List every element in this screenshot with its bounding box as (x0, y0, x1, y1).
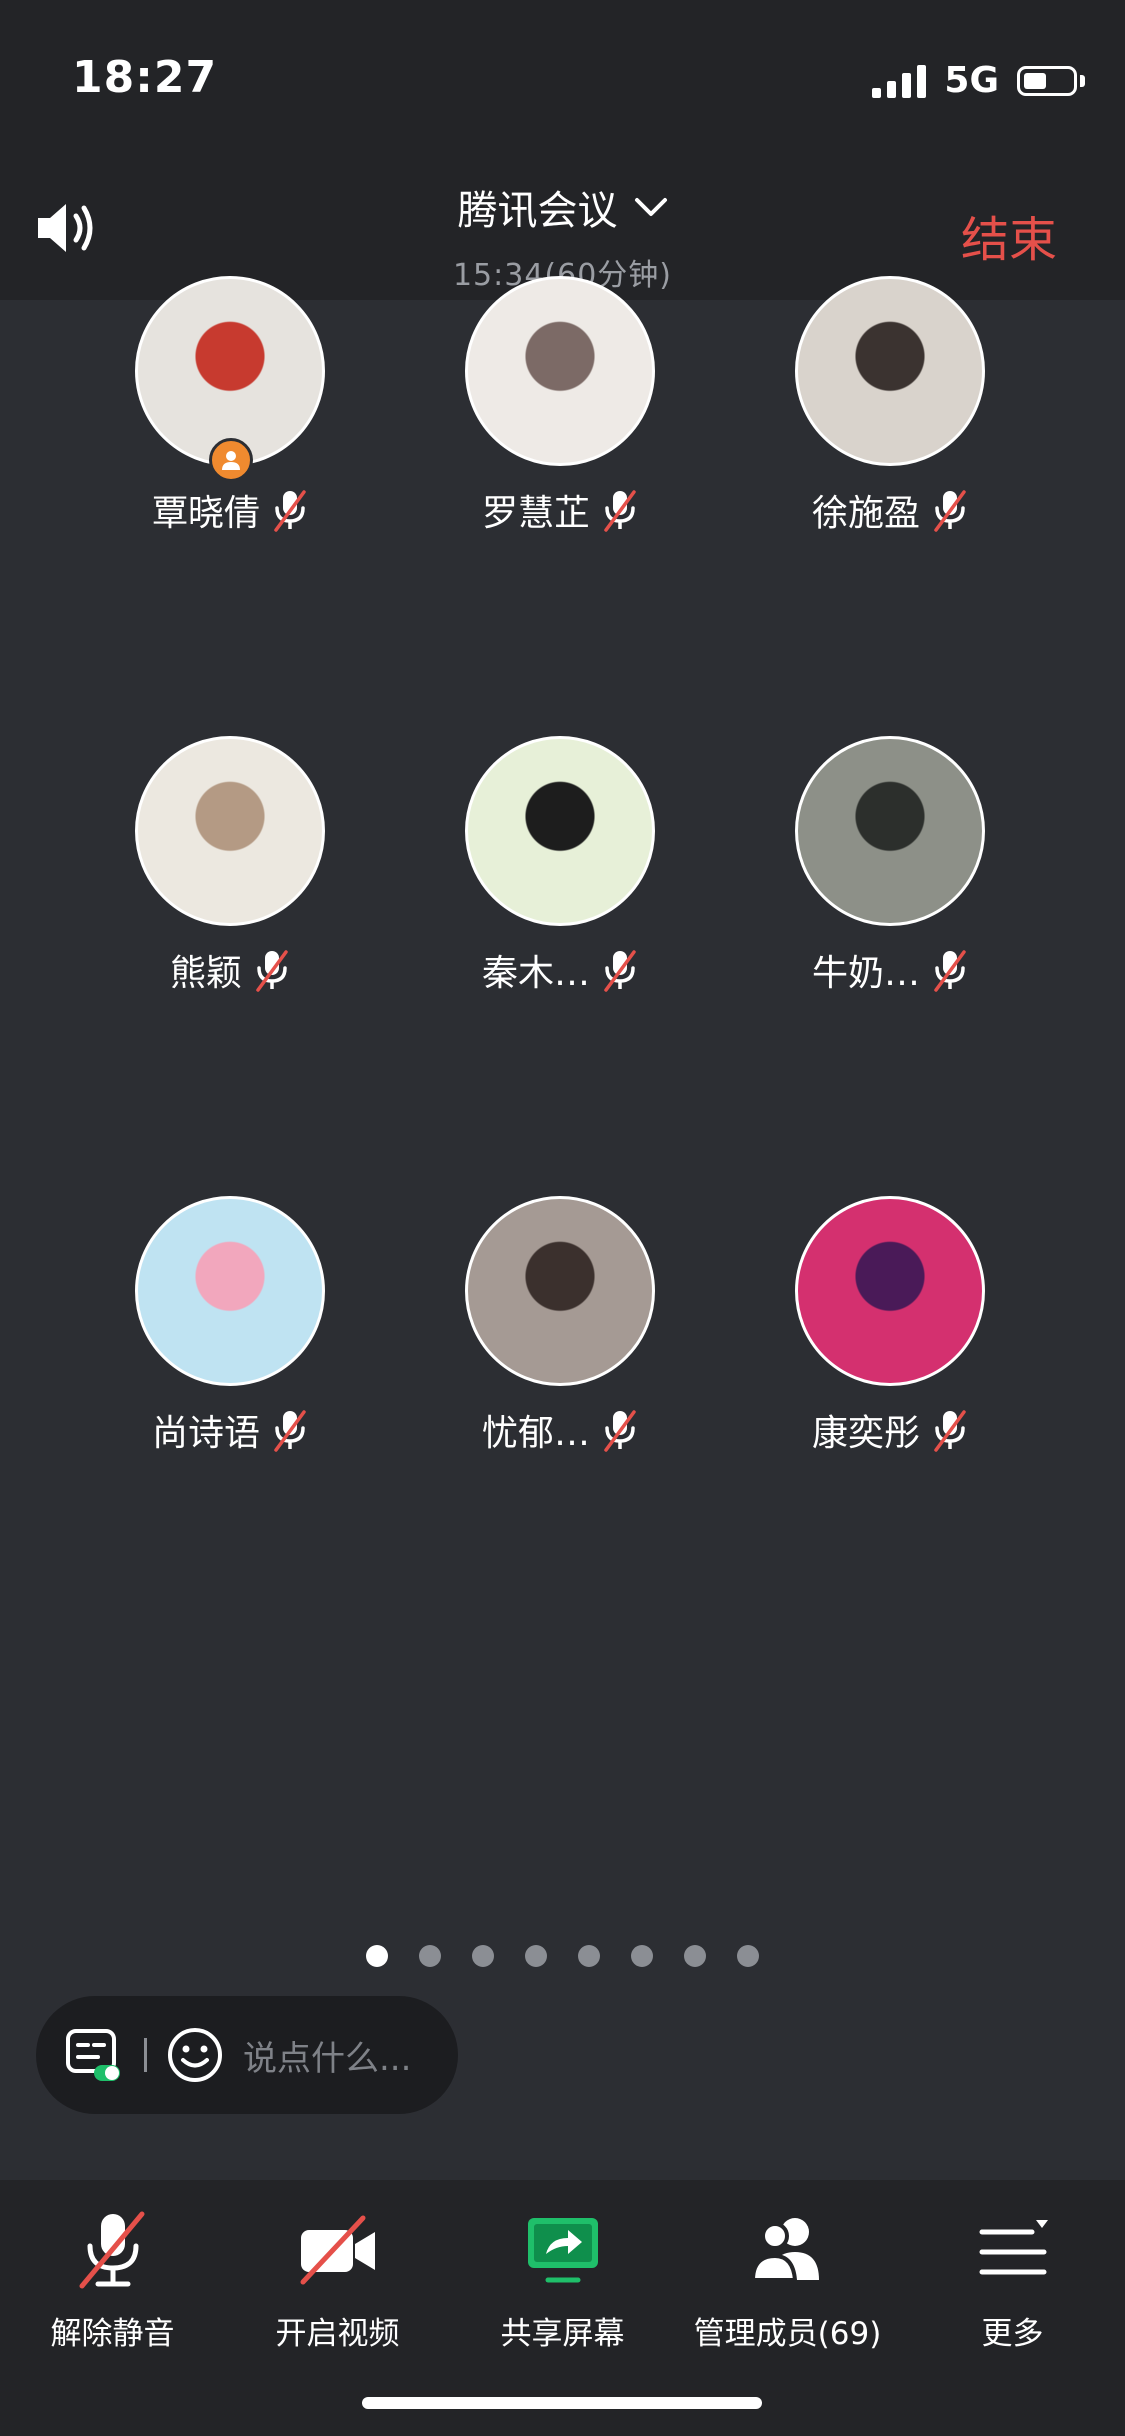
participant-tile[interactable]: 忧郁… (396, 1196, 726, 1456)
avatar (465, 736, 655, 926)
status-time: 18:27 (72, 52, 218, 103)
participant-name: 忧郁… (481, 1413, 590, 1454)
participant-name-row: 徐施盈 (726, 484, 1056, 536)
participant-tile[interactable]: 徐施盈 (726, 276, 1056, 536)
participant-name-row: 牛奶… (726, 944, 1056, 996)
page-dot[interactable] (737, 1945, 759, 1967)
participant-name-row: 康奕彤 (726, 1404, 1056, 1456)
manage-members-label: 管理成员(69) (693, 2316, 882, 2352)
participant-name: 康奕彤 (811, 1413, 920, 1454)
muted-mic-icon (604, 950, 636, 992)
participant-name-row: 忧郁… (396, 1404, 726, 1456)
unmute-label: 解除静音 (50, 2316, 175, 2352)
participant-name: 徐施盈 (811, 493, 920, 534)
participant-name-row: 罗慧芷 (396, 484, 726, 536)
page-dot[interactable] (472, 1945, 494, 1967)
status-bar: 18:27 5G (0, 0, 1125, 160)
participant-name: 熊颖 (169, 953, 242, 994)
caption-icon (66, 2029, 120, 2081)
chat-input[interactable]: 说点什么... (243, 2031, 411, 2080)
muted-mic-icon (79, 2211, 144, 2289)
participant-name-row: 尚诗语 (66, 1404, 396, 1456)
start-video-label: 开启视频 (275, 2316, 400, 2352)
host-badge-icon (209, 438, 253, 482)
avatar (135, 736, 325, 926)
avatar (795, 736, 985, 926)
page-dot[interactable] (525, 1945, 547, 1967)
participant-name: 秦木… (481, 953, 590, 994)
participant-name: 覃晓倩 (151, 493, 260, 534)
members-icon (750, 2218, 819, 2282)
video-off-icon (300, 2215, 375, 2285)
more-menu-icon (979, 2220, 1048, 2275)
participant-tile[interactable]: 牛奶… (726, 736, 1056, 996)
muted-mic-icon (934, 1410, 966, 1452)
muted-mic-icon (934, 950, 966, 992)
participant-tile[interactable]: 罗慧芷 (396, 276, 726, 536)
avatar (135, 1196, 325, 1386)
subtitle-toggle-button[interactable] (62, 2025, 122, 2085)
avatar (795, 1196, 985, 1386)
avatar (465, 1196, 655, 1386)
page-dot[interactable] (366, 1945, 388, 1967)
muted-mic-icon (604, 490, 636, 532)
participant-name: 尚诗语 (151, 1413, 260, 1454)
muted-mic-icon (274, 490, 306, 532)
emoji-icon[interactable] (165, 2025, 225, 2085)
page-dot[interactable] (419, 1945, 441, 1967)
page-dot[interactable] (631, 1945, 653, 1967)
manage-members-button[interactable]: 管理成员(69) (675, 2210, 900, 2353)
avatar (465, 276, 655, 466)
muted-mic-icon (274, 1410, 306, 1452)
home-indicator (362, 2397, 762, 2409)
page-indicator[interactable] (0, 1945, 1125, 1967)
muted-mic-icon (256, 950, 288, 992)
participant-name: 罗慧芷 (481, 493, 590, 534)
more-button[interactable]: 更多 (900, 2210, 1125, 2353)
unmute-button[interactable]: 解除静音 (0, 2210, 225, 2353)
muted-mic-icon (604, 1410, 636, 1452)
share-screen-label: 共享屏幕 (500, 2316, 625, 2352)
share-screen-icon (527, 2218, 598, 2283)
end-meeting-button[interactable]: 结束 (961, 200, 1057, 270)
participant-tile[interactable]: 熊颖 (66, 736, 396, 996)
participant-tile[interactable]: 覃晓倩 (66, 276, 396, 536)
chat-bar: 说点什么... (36, 1996, 458, 2114)
participant-name-row: 秦木… (396, 944, 726, 996)
signal-icon (872, 64, 927, 98)
participant-tile[interactable]: 秦木… (396, 736, 726, 996)
avatar (795, 276, 985, 466)
battery-icon (1017, 65, 1085, 96)
chat-divider (144, 2038, 147, 2072)
page-dot[interactable] (684, 1945, 706, 1967)
chevron-down-icon (634, 198, 667, 216)
participant-tile[interactable]: 康奕彤 (726, 1196, 1056, 1456)
participant-tile[interactable]: 尚诗语 (66, 1196, 396, 1456)
start-video-button[interactable]: 开启视频 (225, 2210, 450, 2353)
more-label: 更多 (981, 2316, 1044, 2352)
muted-mic-icon (934, 490, 966, 532)
meeting-title: 腾讯会议 (457, 188, 618, 234)
participant-name: 牛奶… (811, 953, 920, 994)
share-screen-button[interactable]: 共享屏幕 (450, 2210, 675, 2353)
network-type: 5G (944, 60, 999, 101)
participant-name-row: 熊颖 (66, 944, 396, 996)
participant-name-row: 覃晓倩 (66, 484, 396, 536)
status-indicators: 5G (872, 60, 1085, 101)
page-dot[interactable] (578, 1945, 600, 1967)
